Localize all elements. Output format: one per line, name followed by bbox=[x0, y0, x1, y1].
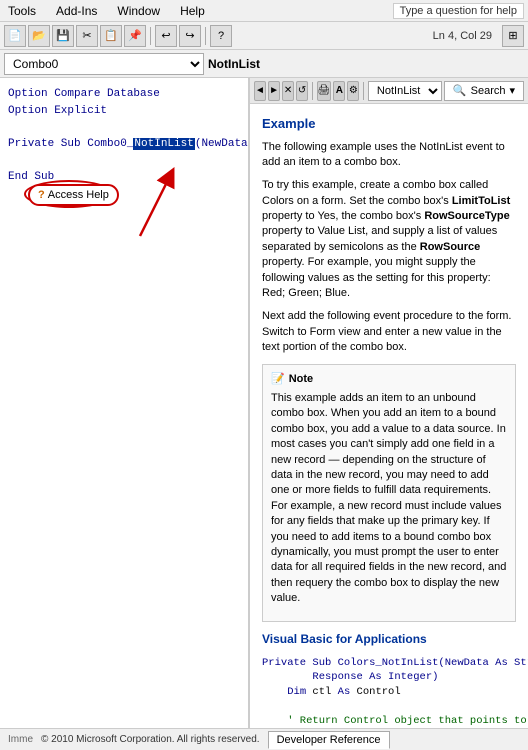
cut-btn[interactable]: ✂ bbox=[76, 25, 98, 47]
help-content[interactable]: Example The following example uses the N… bbox=[250, 104, 528, 728]
undo-btn[interactable]: ↩ bbox=[155, 25, 177, 47]
new-btn[interactable]: 📄 bbox=[4, 25, 26, 47]
imme-label: Imme bbox=[8, 734, 33, 745]
ask-question-box[interactable]: Type a question for help bbox=[393, 3, 524, 19]
search-label: Search bbox=[471, 85, 506, 97]
help-panel: ◄ ► ✕ ↺ 🖨 A ⚙ NotInList 🔍 Search ▾ Examp… bbox=[250, 78, 528, 728]
code-panel: Option Compare Database Option Explicit … bbox=[0, 78, 250, 728]
access-help-bubble: ? Access Help bbox=[28, 184, 119, 206]
help-para2: Next add the following event procedure t… bbox=[262, 309, 516, 355]
sep2 bbox=[205, 27, 206, 45]
code-line-2: Option Explicit bbox=[8, 103, 240, 120]
main-layout: Option Compare Database Option Explicit … bbox=[0, 78, 528, 728]
developer-reference-tab[interactable]: Developer Reference bbox=[268, 731, 390, 749]
font-btn[interactable]: A bbox=[333, 81, 345, 101]
help-toolbar: ◄ ► ✕ ↺ 🖨 A ⚙ NotInList 🔍 Search ▾ bbox=[250, 78, 528, 104]
sep1 bbox=[150, 27, 151, 45]
menu-addins[interactable]: Add-Ins bbox=[52, 2, 101, 20]
save-btn[interactable]: 💾 bbox=[52, 25, 74, 47]
help-title: Example bbox=[262, 114, 516, 134]
code-line-6: End Sub bbox=[8, 169, 240, 186]
options-btn[interactable]: ⚙ bbox=[347, 81, 359, 101]
event-label: NotInList bbox=[208, 57, 260, 71]
extra-btn[interactable]: ⊞ bbox=[502, 25, 524, 47]
menu-help[interactable]: Help bbox=[176, 2, 209, 20]
menu-window[interactable]: Window bbox=[113, 2, 164, 20]
copy-btn[interactable]: 📋 bbox=[100, 25, 122, 47]
forward-btn[interactable]: ► bbox=[268, 81, 280, 101]
code-editor[interactable]: Option Compare Database Option Explicit … bbox=[0, 78, 248, 193]
help-btn[interactable]: ? bbox=[210, 25, 232, 47]
help-sep2 bbox=[363, 82, 364, 100]
help-nav-select[interactable]: NotInList bbox=[368, 81, 442, 101]
help-sep1 bbox=[312, 82, 313, 100]
redo-btn[interactable]: ↪ bbox=[179, 25, 201, 47]
paste-btn[interactable]: 📌 bbox=[124, 25, 146, 47]
back-btn[interactable]: ◄ bbox=[254, 81, 266, 101]
search-icon: 🔍 bbox=[453, 84, 467, 97]
code-line-1: Option Compare Database bbox=[8, 86, 240, 103]
object-select[interactable]: Combo0 bbox=[4, 53, 204, 75]
vba-line-5: ' Return Control object that points to c… bbox=[262, 714, 516, 728]
vba-title: Visual Basic for Applications bbox=[262, 630, 516, 648]
search-button[interactable]: 🔍 Search ▾ bbox=[444, 81, 524, 101]
menu-tools[interactable]: Tools bbox=[4, 2, 40, 20]
menu-bar: Tools Add-Ins Window Help Type a questio… bbox=[0, 0, 528, 22]
combo-bar: Combo0 NotInList bbox=[0, 50, 528, 78]
vba-line-1: Private Sub Colors_NotInList(NewData As … bbox=[262, 656, 516, 671]
refresh-btn[interactable]: ↺ bbox=[296, 81, 308, 101]
stop-btn[interactable]: ✕ bbox=[282, 81, 294, 101]
vba-line-2: Response As Integer) bbox=[262, 670, 516, 685]
code-line-3 bbox=[8, 119, 240, 136]
access-help-label: Access Help bbox=[48, 189, 109, 201]
print-btn[interactable]: 🖨 bbox=[317, 81, 332, 101]
status-bar: Imme © 2010 Microsoft Corporation. All r… bbox=[0, 728, 528, 750]
code-line-5 bbox=[8, 152, 240, 169]
vba-line-4 bbox=[262, 700, 516, 715]
note-text: This example adds an item to an unbound … bbox=[271, 391, 507, 606]
vba-code-block: Private Sub Colors_NotInList(NewData As … bbox=[262, 652, 516, 728]
code-line-4: Private Sub Combo0_NotInList(NewData As … bbox=[8, 136, 240, 153]
cursor-location: Ln 4, Col 29 bbox=[433, 30, 492, 42]
help-icon: ? bbox=[38, 189, 45, 201]
help-para1: To try this example, create a combo box … bbox=[262, 178, 516, 301]
note-box: 📝 Note This example adds an item to an u… bbox=[262, 364, 516, 622]
note-title: 📝 Note bbox=[271, 371, 507, 388]
toolbar: 📄 📂 💾 ✂ 📋 📌 ↩ ↪ ? Ln 4, Col 29 ⊞ bbox=[0, 22, 528, 50]
search-dropdown-icon: ▾ bbox=[509, 84, 515, 97]
copyright-text: © 2010 Microsoft Corporation. All rights… bbox=[41, 734, 260, 745]
note-icon: 📝 bbox=[271, 371, 285, 388]
open-btn[interactable]: 📂 bbox=[28, 25, 50, 47]
vba-line-3: Dim ctl As Control bbox=[262, 685, 516, 700]
help-intro: The following example uses the NotInList… bbox=[262, 140, 516, 171]
